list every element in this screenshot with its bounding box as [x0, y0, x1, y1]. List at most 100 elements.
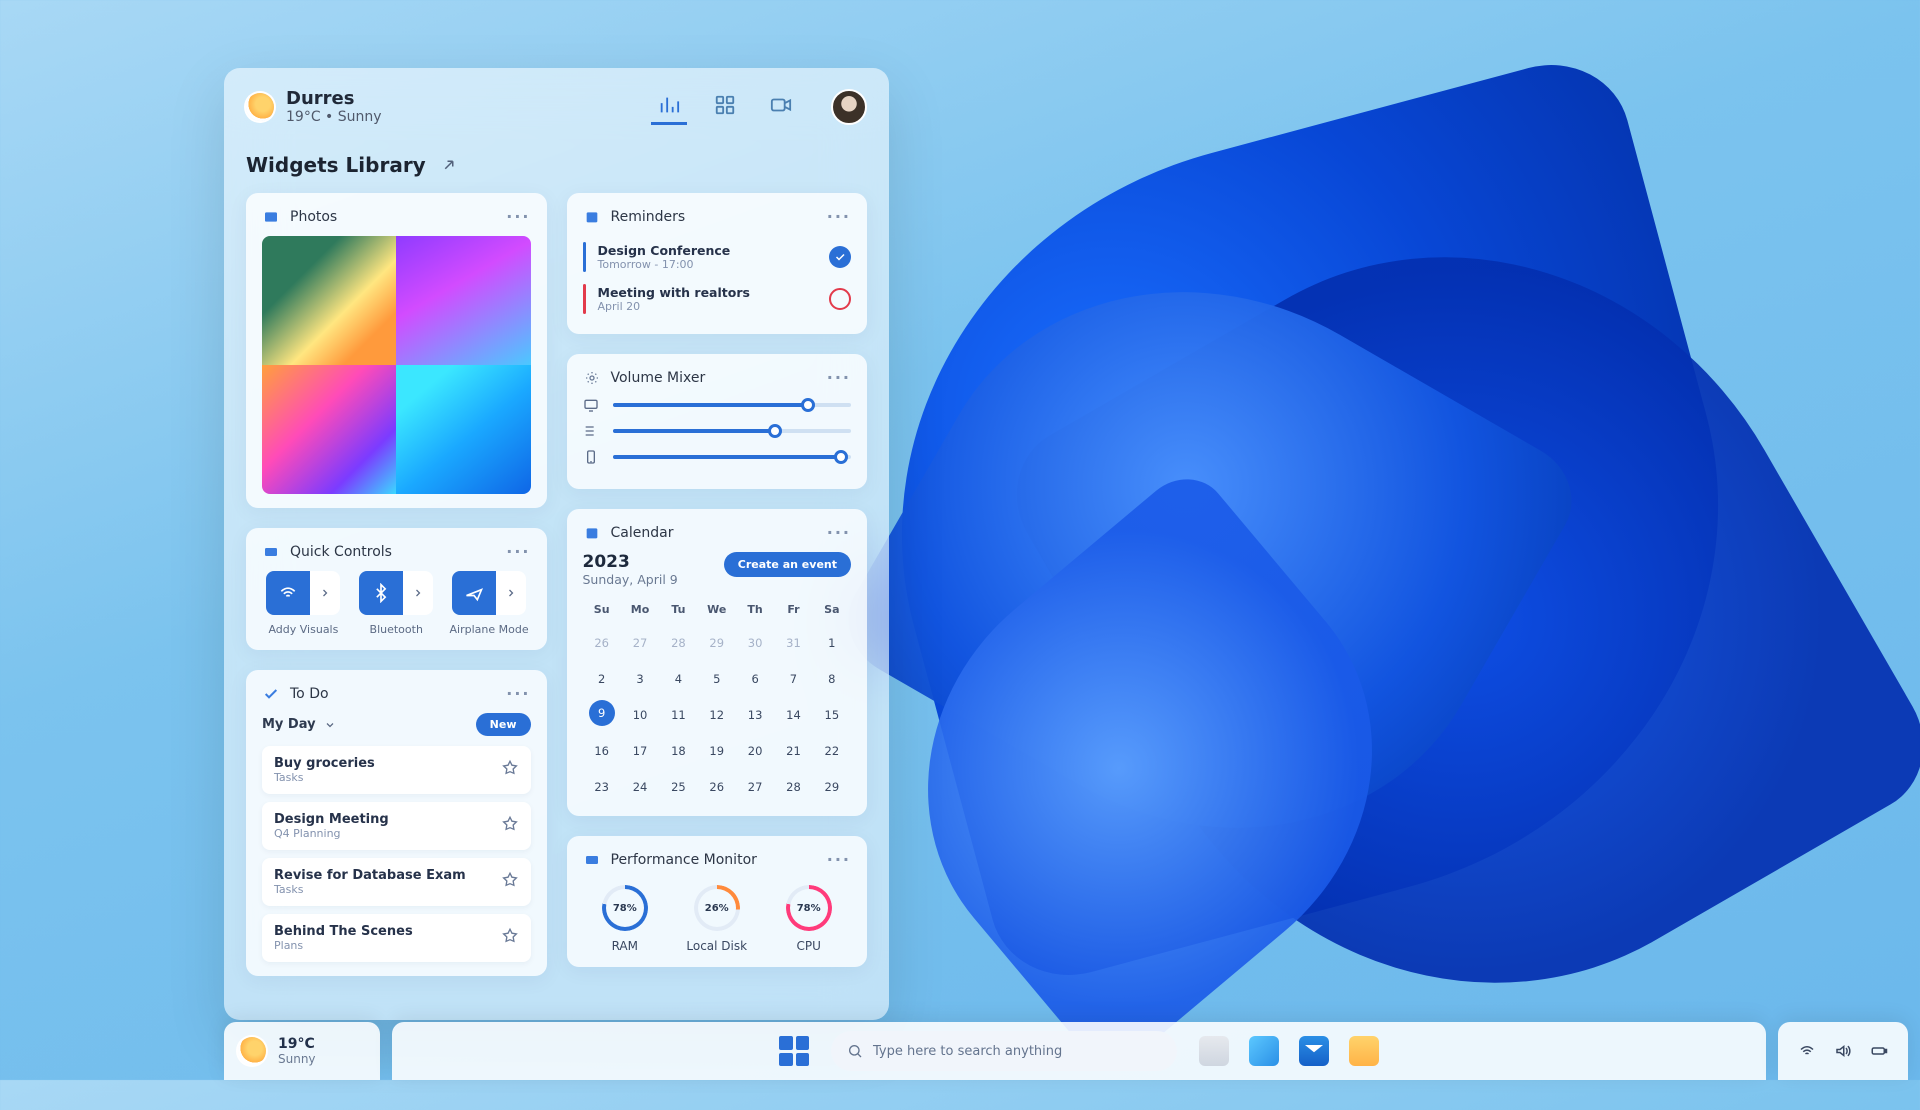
- performance-more-button[interactable]: ···: [827, 850, 851, 869]
- volume-more-button[interactable]: ···: [827, 368, 851, 387]
- calendar-day[interactable]: 2: [583, 664, 621, 694]
- device-icon: [583, 449, 599, 465]
- search-input[interactable]: Type here to search anything: [831, 1031, 1177, 1071]
- nav-widgets-button[interactable]: [651, 89, 687, 125]
- calendar-day[interactable]: 27: [736, 772, 774, 802]
- photo-thumb[interactable]: [262, 236, 396, 365]
- avatar[interactable]: [831, 89, 867, 125]
- quick-control-expand[interactable]: [403, 571, 433, 615]
- taskview-app-icon[interactable]: [1199, 1036, 1229, 1066]
- nav-video-button[interactable]: [763, 89, 799, 125]
- reminder-check[interactable]: [829, 246, 851, 268]
- calendar-day[interactable]: 6: [736, 664, 774, 694]
- todo-new-button[interactable]: New: [476, 713, 531, 736]
- reminder-check[interactable]: [829, 288, 851, 310]
- calendar-day[interactable]: 17: [621, 736, 659, 766]
- calendar-day[interactable]: 11: [659, 700, 697, 730]
- photo-thumb[interactable]: [262, 365, 396, 494]
- chevron-down-icon[interactable]: [324, 719, 336, 731]
- panel-nav: [651, 89, 799, 125]
- photos-app-icon[interactable]: [1249, 1036, 1279, 1066]
- reminders-more-button[interactable]: ···: [827, 207, 851, 226]
- calendar-day[interactable]: 22: [813, 736, 851, 766]
- photos-more-button[interactable]: ···: [506, 207, 530, 226]
- calendar-day[interactable]: 20: [736, 736, 774, 766]
- weather-widget[interactable]: Durres 19°C • Sunny: [246, 88, 382, 125]
- performance-icon: [583, 851, 601, 869]
- quick-control-expand[interactable]: [310, 571, 340, 615]
- sound-icon[interactable]: [1834, 1042, 1852, 1060]
- calendar-day[interactable]: 12: [698, 700, 736, 730]
- mail-app-icon[interactable]: [1299, 1036, 1329, 1066]
- star-button[interactable]: [501, 871, 519, 893]
- calendar-day[interactable]: 28: [659, 628, 697, 658]
- calendar-day[interactable]: 15: [813, 700, 851, 730]
- reminder-item[interactable]: Design Conference Tomorrow - 17:00: [583, 236, 852, 278]
- calendar-day[interactable]: 26: [698, 772, 736, 802]
- calendar-day[interactable]: 13: [736, 700, 774, 730]
- todo-group[interactable]: My Day: [262, 717, 316, 732]
- battery-icon[interactable]: [1870, 1042, 1888, 1060]
- calendar-day[interactable]: 23: [583, 772, 621, 802]
- quick-control-toggle[interactable]: [452, 571, 496, 615]
- calendar-day[interactable]: 4: [659, 664, 697, 694]
- star-button[interactable]: [501, 815, 519, 837]
- calendar-day[interactable]: 21: [774, 736, 812, 766]
- perf-label: Local Disk: [686, 939, 747, 953]
- todo-item[interactable]: Buy groceries Tasks: [262, 746, 531, 794]
- quick-control-expand[interactable]: [496, 571, 526, 615]
- photo-thumb[interactable]: [396, 365, 530, 494]
- volume-slider[interactable]: [613, 429, 852, 433]
- todo-item[interactable]: Design Meeting Q4 Planning: [262, 802, 531, 850]
- calendar-day[interactable]: 24: [621, 772, 659, 802]
- calendar-day[interactable]: 14: [774, 700, 812, 730]
- photo-thumb[interactable]: [396, 236, 530, 365]
- todo-item-tag: Q4 Planning: [274, 827, 389, 840]
- start-button[interactable]: [779, 1036, 809, 1066]
- calendar-more-button[interactable]: ···: [827, 523, 851, 542]
- perf-meter: 26% Local Disk: [686, 885, 747, 953]
- performance-card: Performance Monitor ··· 78% RAM 26% Loca…: [567, 836, 868, 967]
- calendar-day[interactable]: 25: [659, 772, 697, 802]
- quick-control-toggle[interactable]: [359, 571, 403, 615]
- create-event-button[interactable]: Create an event: [724, 552, 851, 577]
- calendar-day[interactable]: 31: [774, 628, 812, 658]
- nav-apps-button[interactable]: [707, 89, 743, 125]
- calendar-day[interactable]: 30: [736, 628, 774, 658]
- todo-more-button[interactable]: ···: [506, 684, 530, 703]
- volume-icon: [583, 369, 601, 387]
- taskbar-weather[interactable]: 19°C Sunny: [224, 1022, 380, 1080]
- reminder-item[interactable]: Meeting with realtors April 20: [583, 278, 852, 320]
- calendar-day[interactable]: 7: [774, 664, 812, 694]
- volume-slider[interactable]: [613, 403, 852, 407]
- calendar-day[interactable]: 29: [813, 772, 851, 802]
- todo-item[interactable]: Revise for Database Exam Tasks: [262, 858, 531, 906]
- calendar-day[interactable]: 18: [659, 736, 697, 766]
- calendar-day[interactable]: 3: [621, 664, 659, 694]
- reminder-bar: [583, 242, 586, 272]
- calendar-day[interactable]: 1: [813, 628, 851, 658]
- calendar-day[interactable]: 19: [698, 736, 736, 766]
- photos-grid[interactable]: [262, 236, 531, 494]
- calendar-day[interactable]: 26: [583, 628, 621, 658]
- star-button[interactable]: [501, 759, 519, 781]
- calendar-day[interactable]: 5: [698, 664, 736, 694]
- todo-item-title: Design Meeting: [274, 812, 389, 827]
- calendar-day[interactable]: 27: [621, 628, 659, 658]
- calendar-day[interactable]: 8: [813, 664, 851, 694]
- expand-icon[interactable]: [440, 156, 458, 174]
- todo-item-tag: Tasks: [274, 883, 466, 896]
- volume-slider[interactable]: [613, 455, 852, 459]
- calendar-day[interactable]: 16: [583, 736, 621, 766]
- reminders-icon: [583, 208, 601, 226]
- calendar-day[interactable]: 10: [621, 700, 659, 730]
- quick-controls-more-button[interactable]: ···: [506, 542, 530, 561]
- star-button[interactable]: [501, 927, 519, 949]
- todo-item[interactable]: Behind The Scenes Plans: [262, 914, 531, 962]
- explorer-app-icon[interactable]: [1349, 1036, 1379, 1066]
- calendar-day[interactable]: 29: [698, 628, 736, 658]
- quick-control-toggle[interactable]: [266, 571, 310, 615]
- calendar-day[interactable]: 9: [589, 700, 615, 726]
- wifi-icon[interactable]: [1798, 1042, 1816, 1060]
- calendar-day[interactable]: 28: [774, 772, 812, 802]
